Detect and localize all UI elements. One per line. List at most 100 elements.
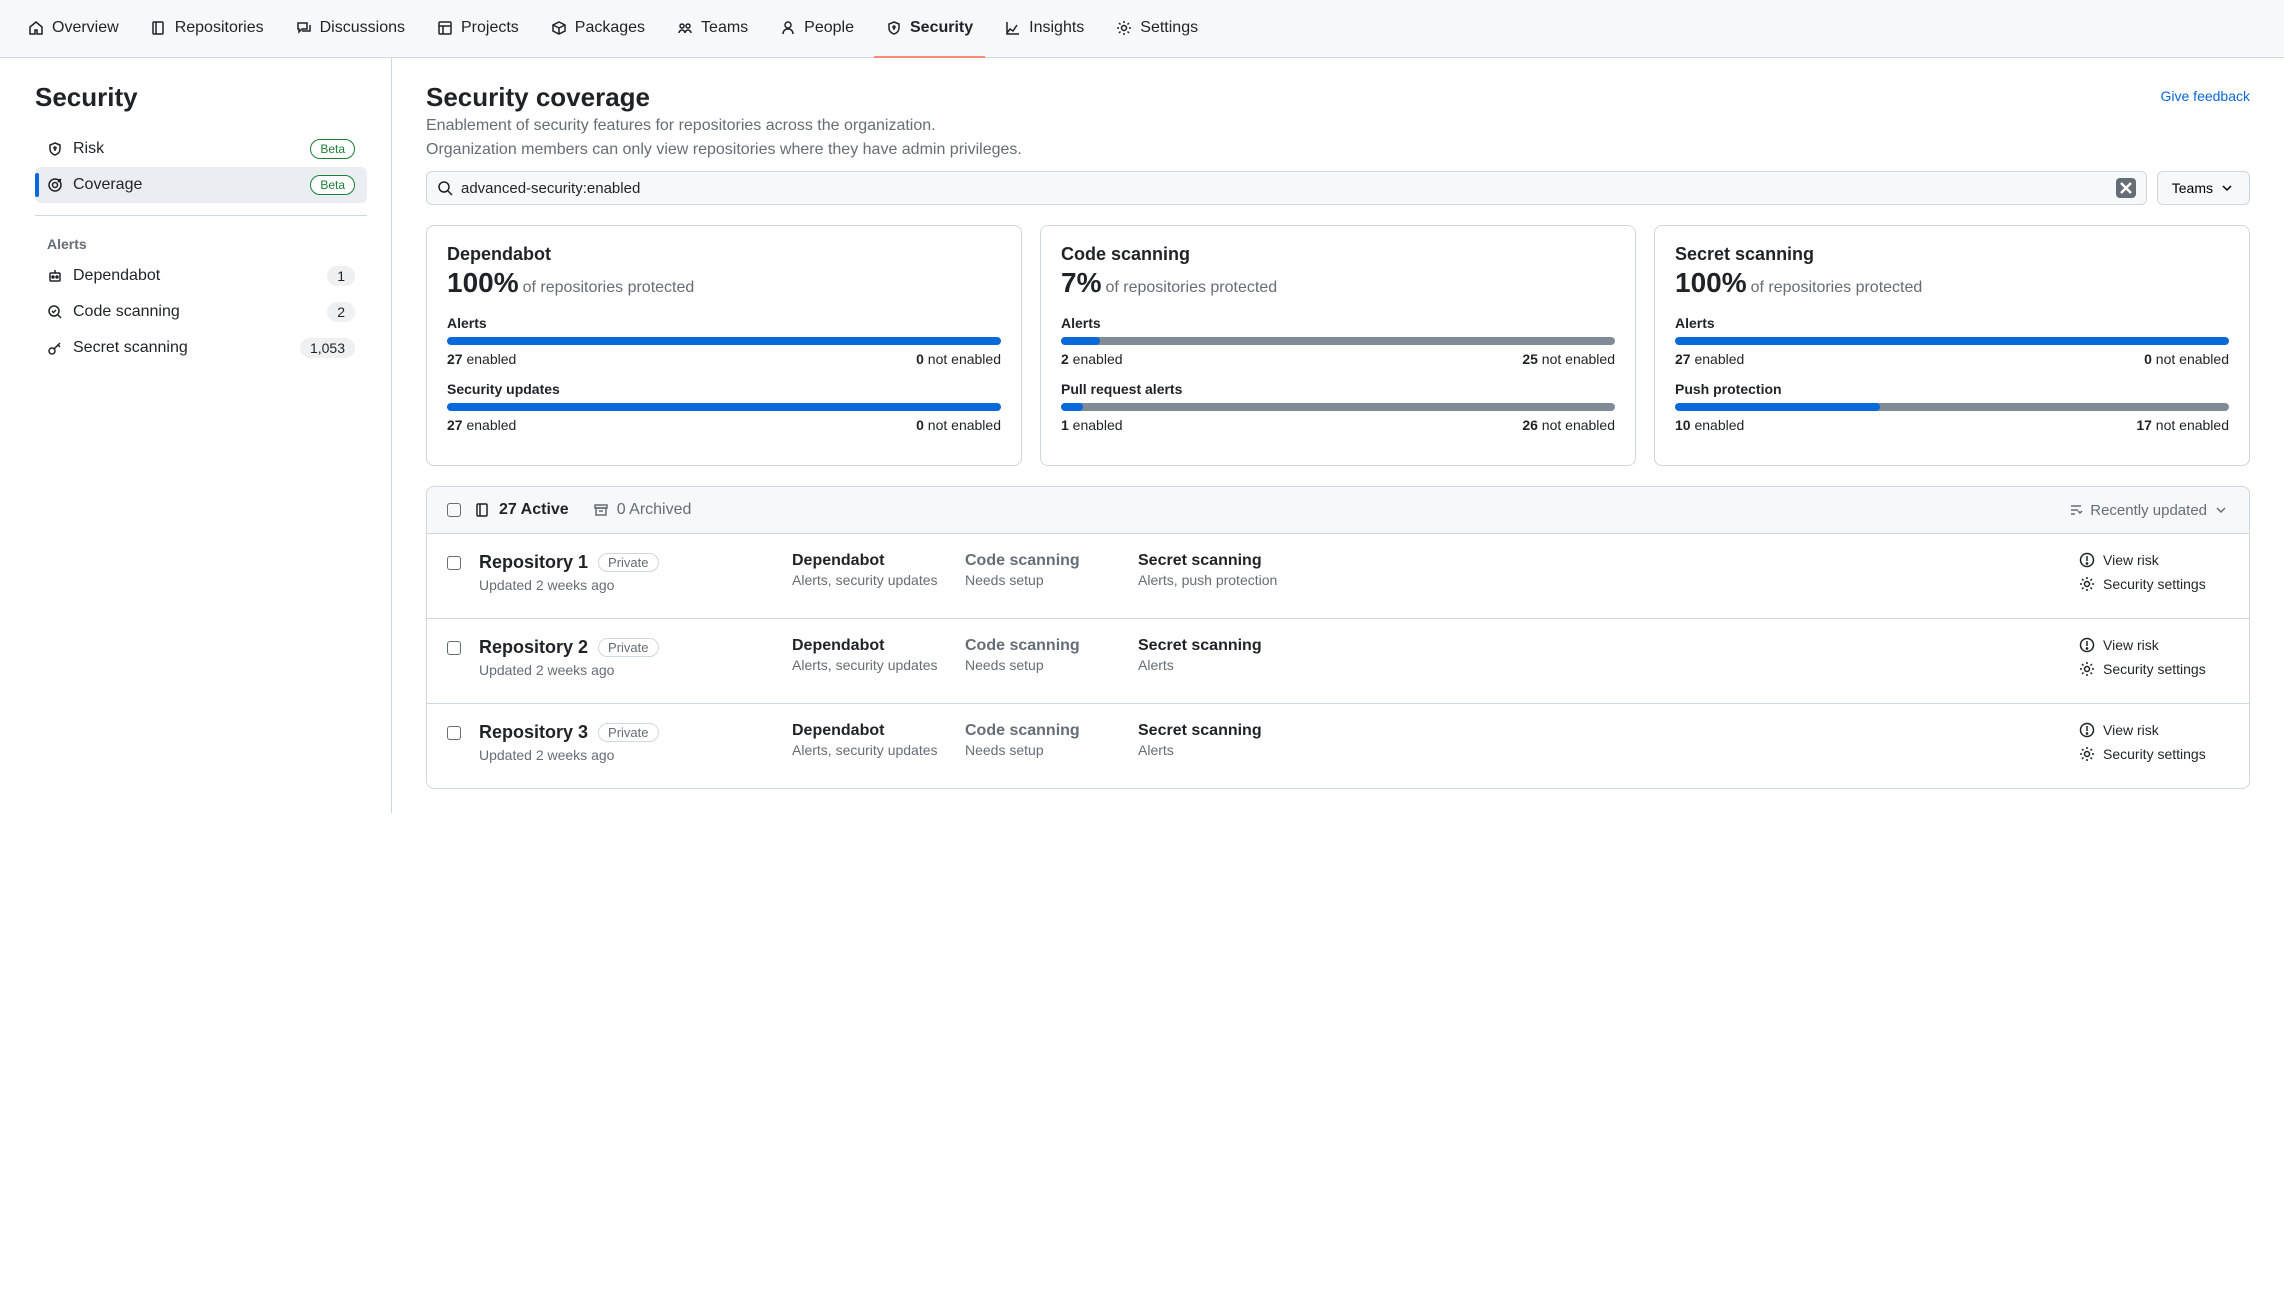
topnav-repositories[interactable]: Repositories <box>139 0 276 58</box>
section-label: Alerts <box>1061 315 1615 331</box>
alerts-heading: Alerts <box>35 228 367 258</box>
page-subtitle-2: Organization members can only view repos… <box>426 141 2250 159</box>
topnav-security[interactable]: Security <box>874 0 985 58</box>
enabled-count: 2 enabled <box>1061 351 1123 367</box>
repo-icon <box>475 502 491 518</box>
secret-sub: Alerts <box>1138 742 1293 758</box>
repo-updated: Updated 2 weeks ago <box>479 662 774 678</box>
topnav-label: Teams <box>701 19 748 37</box>
topnav-packages[interactable]: Packages <box>539 0 657 58</box>
row-checkbox[interactable] <box>447 556 461 570</box>
topnav-label: Security <box>910 19 973 37</box>
repo-name[interactable]: Repository 1 Private <box>479 552 659 573</box>
select-all-checkbox[interactable] <box>447 503 461 517</box>
progress-bar <box>1061 403 1615 411</box>
security-settings-link[interactable]: Security settings <box>2079 746 2229 762</box>
codescan-icon <box>47 304 63 320</box>
codescan-sub: Needs setup <box>965 742 1120 758</box>
give-feedback-link[interactable]: Give feedback <box>2161 82 2251 104</box>
repo-updated: Updated 2 weeks ago <box>479 577 774 593</box>
clear-search-icon[interactable] <box>2116 178 2136 198</box>
view-risk-link[interactable]: View risk <box>2079 637 2229 653</box>
topnav-discussions[interactable]: Discussions <box>284 0 417 58</box>
secret-title: Secret scanning <box>1138 637 1293 655</box>
repo-list: 27 Active 0 Archived Recently updated Re… <box>426 486 2250 789</box>
teams-filter-button[interactable]: Teams <box>2157 171 2250 205</box>
repo-row: Repository 2 PrivateUpdated 2 weeks agoD… <box>427 619 2249 704</box>
card-percent: 7% <box>1061 267 1101 298</box>
sidebar-item-label: Code scanning <box>73 303 317 321</box>
alert-icon <box>2079 552 2095 568</box>
tab-archived[interactable]: 0 Archived <box>593 501 692 519</box>
repo-name[interactable]: Repository 2 Private <box>479 637 659 658</box>
home-icon <box>28 20 44 36</box>
topnav-insights[interactable]: Insights <box>993 0 1096 58</box>
insights-icon <box>1005 20 1021 36</box>
section-label: Security updates <box>447 381 1001 397</box>
content: Security coverage Give feedback Enableme… <box>392 58 2284 813</box>
sidebar: Security RiskBetaCoverageBeta Alerts Dep… <box>0 58 392 813</box>
dependabot-sub: Alerts, security updates <box>792 657 947 673</box>
progress-bar <box>447 403 1001 411</box>
topnav-label: Discussions <box>320 19 405 37</box>
dependabot-title: Dependabot <box>792 552 947 570</box>
sidebar-divider <box>35 215 367 216</box>
sidebar-item-secret-scanning[interactable]: Secret scanning1,053 <box>35 330 367 366</box>
page-subtitle-1: Enablement of security features for repo… <box>426 117 2250 135</box>
topnav-teams[interactable]: Teams <box>665 0 760 58</box>
sidebar-item-dependabot[interactable]: Dependabot1 <box>35 258 367 294</box>
topnav-overview[interactable]: Overview <box>16 0 131 58</box>
package-icon <box>551 20 567 36</box>
visibility-badge: Private <box>598 723 658 742</box>
topnav-settings[interactable]: Settings <box>1104 0 1210 58</box>
card-percent: 100% <box>447 267 519 298</box>
discussion-icon <box>296 20 312 36</box>
key-icon <box>47 340 63 356</box>
topnav-projects[interactable]: Projects <box>425 0 531 58</box>
search-input[interactable] <box>461 180 2108 197</box>
project-icon <box>437 20 453 36</box>
section-label: Alerts <box>447 315 1001 331</box>
card-percent-sub: of repositories protected <box>1105 279 1277 296</box>
coverage-card-code-scanning: Code scanning7%of repositories protected… <box>1040 225 1636 466</box>
codescan-sub: Needs setup <box>965 572 1120 588</box>
caret-down-icon <box>2213 502 2229 518</box>
sidebar-item-label: Dependabot <box>73 267 317 285</box>
view-risk-link[interactable]: View risk <box>2079 552 2229 568</box>
sort-dropdown[interactable]: Recently updated <box>2068 502 2229 519</box>
repo-row: Repository 1 Private Updated 2 weeks ago D… <box>427 534 2249 619</box>
topnav-label: Repositories <box>175 19 264 37</box>
section-label: Pull request alerts <box>1061 381 1615 397</box>
repo-icon <box>151 20 167 36</box>
view-risk-link[interactable]: View risk <box>2079 722 2229 738</box>
security-settings-link[interactable]: Security settings <box>2079 576 2229 592</box>
topnav-people[interactable]: People <box>768 0 866 58</box>
topnav-label: Settings <box>1140 19 1198 37</box>
caret-down-icon <box>2219 180 2235 196</box>
coverage-card-dependabot: Dependabot100%of repositories protectedA… <box>426 225 1022 466</box>
not-enabled-count: 0 not enabled <box>916 351 1001 367</box>
visibility-badge: Private <box>598 553 658 572</box>
enabled-count: 27 enabled <box>447 417 516 433</box>
sidebar-item-risk[interactable]: RiskBeta <box>35 131 367 167</box>
sidebar-item-code-scanning[interactable]: Code scanning2 <box>35 294 367 330</box>
search-box[interactable] <box>426 171 2147 205</box>
shield-icon <box>886 20 902 36</box>
codescan-title: Code scanning <box>965 552 1120 570</box>
row-checkbox[interactable] <box>447 726 461 740</box>
dependabot-sub: Alerts, security updates <box>792 572 947 588</box>
dependabot-sub: Alerts, security updates <box>792 742 947 758</box>
sidebar-item-label: Secret scanning <box>73 339 290 357</box>
card-title: Dependabot <box>447 244 1001 265</box>
gear-icon <box>2079 746 2095 762</box>
card-percent: 100% <box>1675 267 1747 298</box>
row-checkbox[interactable] <box>447 641 461 655</box>
security-settings-link[interactable]: Security settings <box>2079 661 2229 677</box>
progress-bar <box>1675 403 2229 411</box>
bot-icon <box>47 268 63 284</box>
sidebar-item-coverage[interactable]: CoverageBeta <box>35 167 367 203</box>
repo-name[interactable]: Repository 3 Private <box>479 722 659 743</box>
tab-active[interactable]: 27 Active <box>475 501 569 519</box>
top-nav: OverviewRepositoriesDiscussionsProjectsP… <box>0 0 2284 58</box>
topnav-label: Insights <box>1029 19 1084 37</box>
